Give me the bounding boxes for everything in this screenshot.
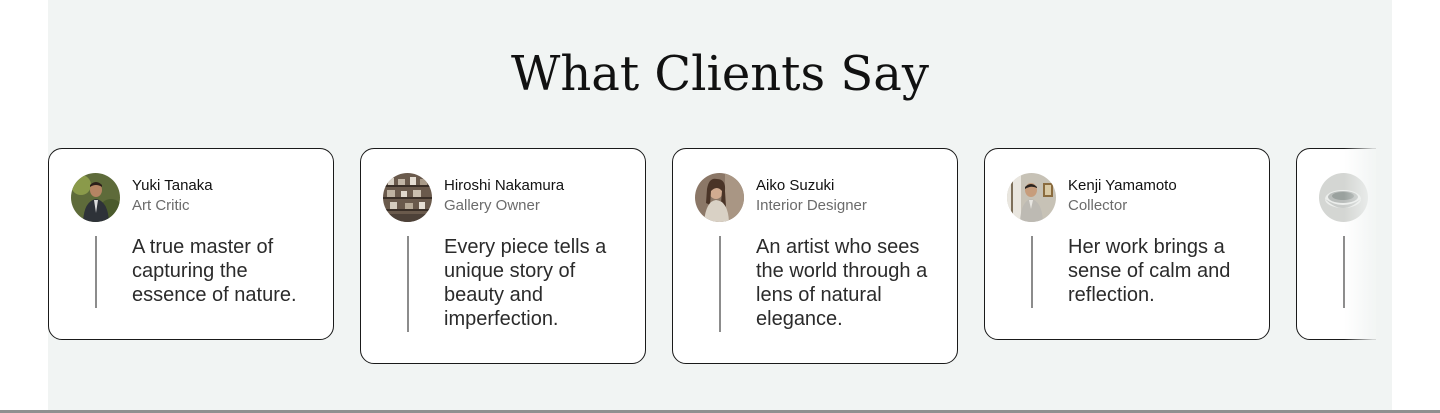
portrait-man-window-icon xyxy=(1007,173,1056,222)
quote-rule xyxy=(1031,236,1033,308)
testimonial-role: Interior Designer xyxy=(756,197,867,214)
pottery-shelves-icon xyxy=(383,173,432,222)
carousel-edge-fade xyxy=(1344,148,1376,368)
section-title: What Clients Say xyxy=(511,46,929,102)
testimonial-quote: Her work brings a sense of calm and refl… xyxy=(1068,236,1231,306)
testimonial-role: Art Critic xyxy=(132,197,190,214)
testimonial-card: Aiko Suzuki Interior Designer An artist … xyxy=(672,148,958,364)
portrait-man-suit-icon xyxy=(71,173,120,222)
testimonial-card: Kenji Yamamoto Collector Her work brings… xyxy=(984,148,1270,340)
quote-rule xyxy=(719,236,721,332)
quote-rule xyxy=(407,236,409,332)
testimonial-quote: An artist who sees the world through a l… xyxy=(756,236,928,330)
testimonial-card: Yuki Tanaka Art Critic A true master of … xyxy=(48,148,334,340)
testimonial-name: Hiroshi Nakamura xyxy=(444,177,565,194)
testimonial-name: Yuki Tanaka xyxy=(132,177,213,194)
testimonial-carousel[interactable]: Yuki Tanaka Art Critic A true master of … xyxy=(48,148,1376,368)
testimonial-role: Collector xyxy=(1068,197,1128,214)
testimonial-name: Kenji Yamamoto xyxy=(1068,177,1177,194)
testimonials-section: What Clients Say Yuki Tanaka Art Critic … xyxy=(48,0,1392,410)
quote-rule xyxy=(95,236,97,308)
testimonial-role: Gallery Owner xyxy=(444,197,540,214)
testimonial-card: Hiroshi Nakamura Gallery Owner Every pie… xyxy=(360,148,646,364)
portrait-woman-icon xyxy=(695,173,744,222)
testimonial-quote: A true master of capturing the essence o… xyxy=(132,236,297,306)
testimonial-name: Aiko Suzuki xyxy=(756,177,835,194)
testimonial-quote: Every piece tells a unique story of beau… xyxy=(444,236,607,330)
